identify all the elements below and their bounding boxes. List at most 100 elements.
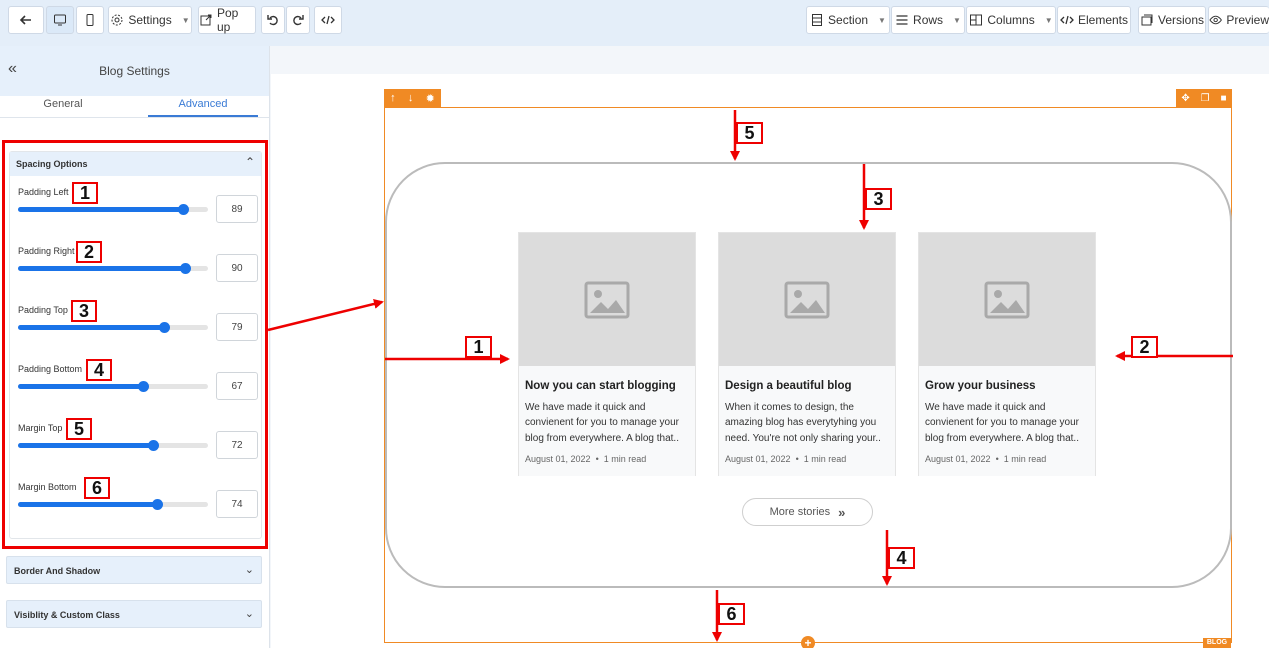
section-button[interactable]: Section ▼ <box>806 6 890 34</box>
redo-button[interactable] <box>286 6 310 34</box>
padding-bottom-slider[interactable] <box>18 381 208 392</box>
section-actions-toolbar: ✥ ❐ ■ <box>1176 89 1232 107</box>
border-and-shadow-accordion[interactable]: Border And Shadow ⌄ <box>6 556 262 584</box>
slider-handle[interactable] <box>178 204 189 215</box>
card-description: We have made it quick and convienent for… <box>525 402 679 444</box>
tab-advanced[interactable]: Advanced <box>143 98 263 110</box>
blog-card[interactable]: Now you can start blogging We have made … <box>518 232 696 476</box>
elements-button[interactable]: Elements <box>1057 6 1131 34</box>
margin-top-label: Margin Top <box>18 423 63 433</box>
versions-button[interactable]: Versions <box>1138 6 1206 34</box>
undo-button[interactable] <box>261 6 285 34</box>
annotation-label-2: 2 <box>1131 336 1158 358</box>
popup-label: Pop up <box>216 6 239 34</box>
code-icon <box>321 15 335 25</box>
canvas-top-strip <box>271 46 1269 74</box>
arrow-down-icon[interactable]: ↓ <box>408 92 414 104</box>
top-toolbar: Settings ▼ Pop up Section ▼ Rows ▼ Columns ▼… <box>0 0 1269 46</box>
columns-label: Columns <box>987 13 1035 27</box>
slider-fill <box>18 384 143 389</box>
tab-general[interactable]: General <box>3 98 123 110</box>
image-placeholder-icon <box>784 281 830 318</box>
card-title[interactable]: Grow your business <box>925 380 1036 392</box>
margin-top-slider[interactable] <box>18 440 208 451</box>
desktop-view-button[interactable] <box>46 6 74 34</box>
annotation-label-4: 4 <box>888 547 915 569</box>
card-body: Design a beautiful blog When it comes to… <box>719 366 895 476</box>
slider-fill <box>18 502 157 507</box>
back-button[interactable] <box>8 6 44 34</box>
padding-right-input[interactable]: 90 <box>216 254 258 282</box>
settings-panel: « Blog Settings General Advanced Spacing… <box>0 46 270 648</box>
undo-icon <box>267 15 278 26</box>
add-section-icon[interactable]: + <box>801 636 815 648</box>
card-body: Now you can start blogging We have made … <box>519 366 695 476</box>
more-stories-button[interactable]: More stories » <box>742 498 873 526</box>
annotation-badge-1: 1 <box>72 182 98 204</box>
card-read-time: 1 min read <box>1003 454 1047 464</box>
card-date: August 01, 2022 <box>925 454 991 464</box>
margin-bottom-input[interactable]: 74 <box>216 490 258 518</box>
arrow-left-icon <box>19 15 31 25</box>
padding-top-input[interactable]: 79 <box>216 313 258 341</box>
card-title[interactable]: Now you can start blogging <box>525 380 676 392</box>
padding-left-slider[interactable] <box>18 204 208 215</box>
annotation-badge-3: 3 <box>71 300 97 322</box>
padding-left-input[interactable]: 89 <box>216 195 258 223</box>
settings-button[interactable]: Settings ▼ <box>108 6 192 34</box>
card-read-time: 1 min read <box>603 454 647 464</box>
trash-icon[interactable]: ■ <box>1221 93 1227 104</box>
slider-handle[interactable] <box>159 322 170 333</box>
padding-top-slider[interactable] <box>18 322 208 333</box>
padding-right-slider[interactable] <box>18 263 208 274</box>
code-button[interactable] <box>314 6 342 34</box>
margin-bottom-slider[interactable] <box>18 499 208 510</box>
visibility-custom-class-accordion[interactable]: Visiblity & Custom Class ⌄ <box>6 600 262 628</box>
spacing-highlight-frame: Spacing Options ⌃ Padding Left 1 89 Padd… <box>2 140 268 549</box>
annotation-label-6: 6 <box>718 603 745 625</box>
card-image-placeholder <box>919 233 1095 366</box>
chevron-up-icon: ⌃ <box>244 155 255 169</box>
spacing-options-card: Spacing Options ⌃ Padding Left 1 89 Padd… <box>9 151 262 539</box>
duplicate-icon[interactable]: ❐ <box>1201 93 1210 104</box>
elements-label: Elements <box>1077 13 1129 27</box>
arrow-up-icon[interactable]: ↑ <box>390 92 396 104</box>
gear-icon <box>111 14 123 26</box>
card-meta: August 01, 2022 • 1 min read <box>525 454 647 464</box>
slider-fill <box>18 207 183 212</box>
card-meta: August 01, 2022 • 1 min read <box>925 454 1047 464</box>
annotation-label-5: 5 <box>736 122 763 144</box>
preview-button[interactable]: Preview <box>1208 6 1269 34</box>
chevron-down-icon: ▼ <box>878 15 886 25</box>
rows-button[interactable]: Rows ▼ <box>891 6 965 34</box>
gear-icon[interactable]: ✹ <box>426 92 435 105</box>
image-placeholder-icon <box>984 281 1030 318</box>
padding-top-label: Padding Top <box>18 305 68 315</box>
desktop-icon <box>54 14 66 26</box>
padding-bottom-label: Padding Bottom <box>18 364 83 374</box>
spacing-options-title: Spacing Options <box>16 159 88 169</box>
rows-label: Rows <box>913 13 944 27</box>
mobile-view-button[interactable] <box>76 6 104 34</box>
slider-handle[interactable] <box>152 499 163 510</box>
chevron-down-icon: ▼ <box>181 15 190 25</box>
accordion-title: Border And Shadow <box>14 566 101 576</box>
rows-icon <box>896 15 908 25</box>
slider-handle[interactable] <box>148 440 159 451</box>
card-title[interactable]: Design a beautiful blog <box>725 380 852 392</box>
slider-handle[interactable] <box>180 263 191 274</box>
card-image-placeholder <box>719 233 895 366</box>
more-stories-label: More stories <box>769 506 831 518</box>
margin-top-input[interactable]: 72 <box>216 431 258 459</box>
columns-button[interactable]: Columns ▼ <box>966 6 1056 34</box>
move-icon[interactable]: ✥ <box>1181 93 1189 104</box>
spacing-options-header[interactable]: Spacing Options ⌃ <box>10 152 261 176</box>
section-icon <box>812 14 823 26</box>
blog-card[interactable]: Grow your business We have made it quick… <box>918 232 1096 476</box>
slider-handle[interactable] <box>138 381 149 392</box>
blog-card[interactable]: Design a beautiful blog When it comes to… <box>718 232 896 476</box>
padding-bottom-input[interactable]: 67 <box>216 372 258 400</box>
padding-right-label: Padding Right <box>18 246 75 256</box>
popup-button[interactable]: Pop up <box>198 6 256 34</box>
code-icon <box>1060 15 1074 25</box>
